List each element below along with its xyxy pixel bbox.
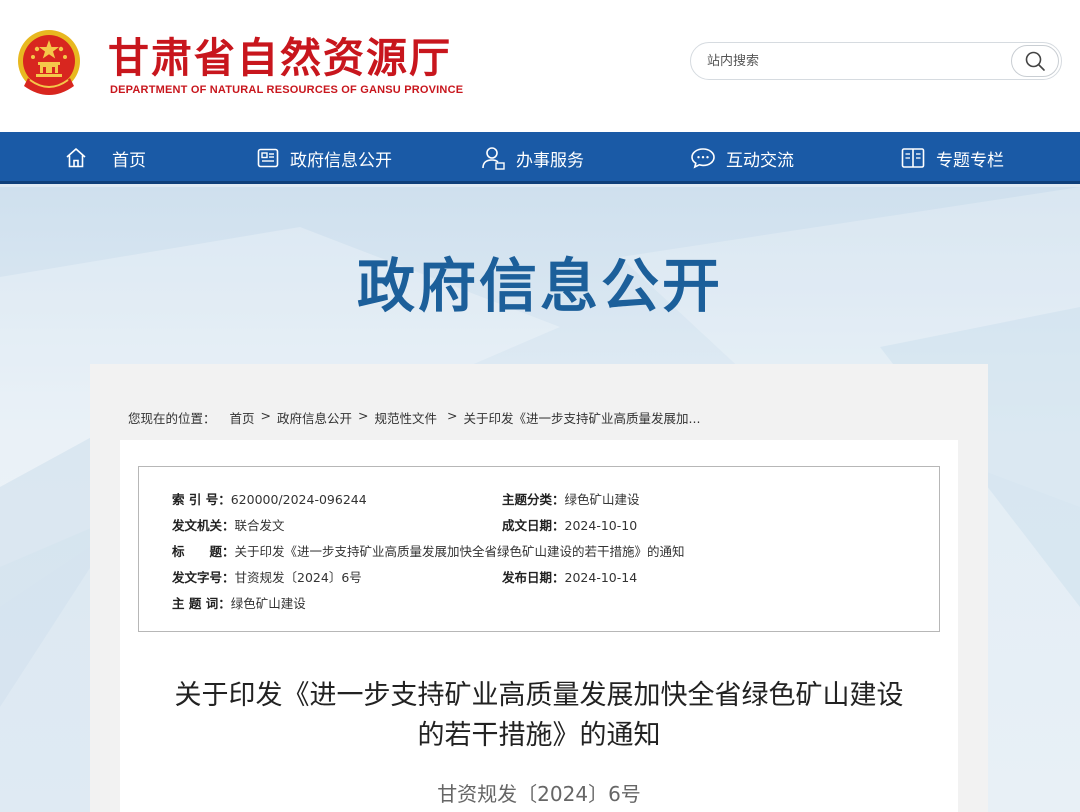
document-title-line: 的若干措施》的通知	[417, 720, 661, 751]
user-service-icon	[482, 147, 505, 170]
breadcrumb-home[interactable]: 首页	[230, 408, 255, 427]
breadcrumb-separator: >	[260, 408, 272, 423]
document-meta-table: 索 引 号：620000/2024-096244 主题分类：绿色矿山建设 发文机…	[138, 466, 940, 632]
meta-title: 标 题：关于印发《进一步支持矿业高质量发展加快全省绿色矿山建设的若干措施》的通知	[172, 544, 685, 559]
breadcrumb-separator: >	[358, 408, 369, 423]
nav-item-label: 互动交流	[726, 150, 794, 171]
breadcrumb-prefix: 您现在的位置：	[128, 411, 216, 426]
breadcrumb-separator: >	[447, 408, 458, 423]
home-icon	[66, 148, 86, 168]
search-button[interactable]	[1011, 45, 1059, 77]
nav-item-label: 专题专栏	[936, 150, 1004, 171]
meta-keywords: 主 题 词：绿色矿山建设	[172, 596, 306, 611]
book-icon	[901, 148, 925, 168]
meta-category: 主题分类：绿色矿山建设	[502, 492, 640, 507]
article-content: 索 引 号：620000/2024-096244 主题分类：绿色矿山建设 发文机…	[120, 440, 958, 812]
banner-title: 政府信息公开	[356, 252, 723, 320]
nav-item-label: 办事服务	[516, 150, 584, 171]
nav-item-home[interactable]: 首页	[64, 132, 146, 184]
meta-issuer: 发文机关：联合发文	[172, 518, 285, 533]
site-title: 甘肃省自然资源厅	[108, 34, 452, 82]
nav-item-label: 政府信息公开	[290, 150, 392, 171]
nav-item-label: 首页	[112, 150, 146, 171]
meta-publish-date: 发布日期：2024-10-14	[502, 570, 638, 585]
main-nav: 首页 政府信息公开 办事服务 互动交流 专题专栏	[0, 132, 1080, 184]
meta-index-number: 索 引 号：620000/2024-096244	[172, 492, 367, 507]
document-title: 关于印发《进一步支持矿业高质量发展加快全省绿色矿山建设 的若干措施》的通知	[120, 676, 958, 756]
search-input[interactable]	[707, 43, 1007, 79]
meta-document-number: 发文字号：甘资规发〔2024〕6号	[172, 570, 362, 585]
breadcrumb-normative-docs[interactable]: 规范性文件	[375, 408, 438, 427]
search-icon	[1025, 51, 1045, 71]
document-icon	[257, 148, 279, 168]
document-number: 甘资规发〔2024〕6号	[437, 782, 641, 806]
national-emblem-icon[interactable]	[16, 28, 82, 100]
nav-item-interaction[interactable]: 互动交流	[690, 132, 794, 184]
chat-icon	[691, 148, 715, 169]
nav-item-services[interactable]: 办事服务	[480, 132, 584, 184]
breadcrumb-gov-info[interactable]: 政府信息公开	[277, 408, 352, 427]
site-subtitle: DEPARTMENT OF NATURAL RESOURCES OF GANSU…	[110, 84, 464, 96]
nav-item-special[interactable]: 专题专栏	[900, 132, 1004, 184]
document-title-line: 关于印发《进一步支持矿业高质量发展加快全省绿色矿山建设	[174, 680, 904, 711]
meta-written-date: 成文日期：2024-10-10	[502, 518, 638, 533]
site-header: 甘肃省自然资源厅 DEPARTMENT OF NATURAL RESOURCES…	[0, 0, 1080, 132]
breadcrumb: 您现在的位置： 首页 > 政府信息公开 > 规范性文件 > 关于印发《进一步支持…	[128, 408, 700, 427]
search-box	[690, 42, 1062, 80]
nav-item-gov-info[interactable]: 政府信息公开	[256, 132, 392, 184]
breadcrumb-current[interactable]: 关于印发《进一步支持矿业高质量发展加...	[464, 408, 701, 427]
